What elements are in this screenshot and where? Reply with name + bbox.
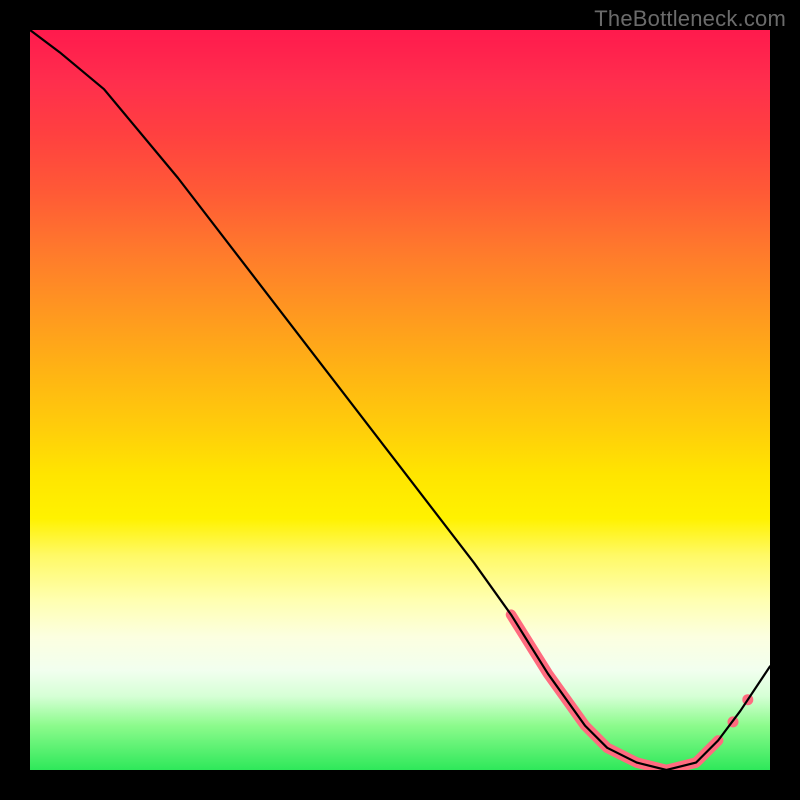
watermark-text: TheBottleneck.com — [594, 6, 786, 32]
plot-area — [30, 30, 770, 770]
highlight-segment — [511, 615, 718, 770]
chart-svg — [30, 30, 770, 770]
bottleneck-curve — [30, 30, 770, 770]
chart-frame: TheBottleneck.com — [0, 0, 800, 800]
